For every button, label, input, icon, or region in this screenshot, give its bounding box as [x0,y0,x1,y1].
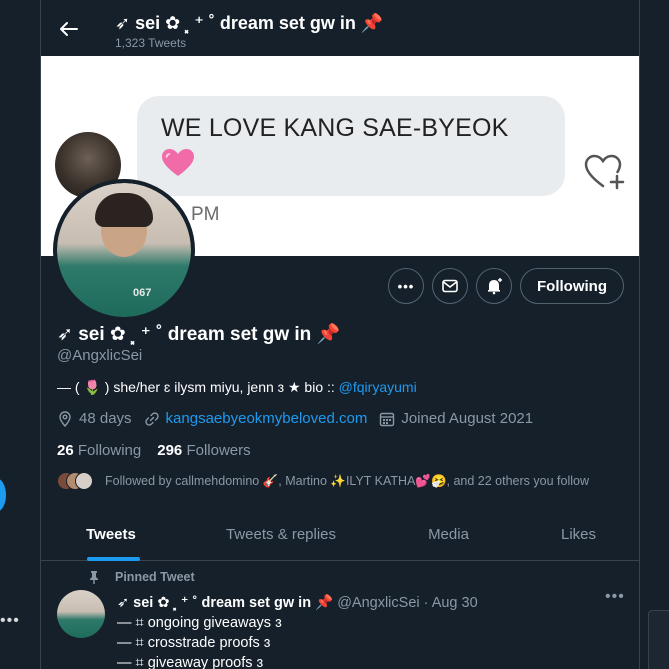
profile-avatar[interactable]: 067 [53,179,195,321]
profile-header: ➶ sei ✿ ⸼ ⁺ ˚ dream set gw in 📌 1,323 Tw… [41,0,639,56]
tweet-author-name[interactable]: ➶ sei ✿ ⸼ ⁺ ˚ dream set gw in 📌 [117,595,333,611]
calendar-icon [380,412,395,426]
website-item: kangsaebyeokmybeloved.com [144,410,368,427]
profile-bio: — ( 🌷 ) she/her ɛ ilysm miyu, jenn ɜ ★ b… [57,379,417,396]
more-icon: ••• [397,278,415,294]
follow-stats: 26 Following 296 Followers [57,442,251,459]
following-link[interactable]: 26 Following [57,442,141,459]
pink-heart-icon [162,149,194,176]
pin-icon [90,571,98,584]
tweet-line: — ⌗ crosstrade proofs ɜ [117,635,271,651]
location-item: 48 days [57,410,132,427]
followed-by[interactable]: Followed by callmehdomino 🎸, Martino ✨IL… [57,472,589,490]
jersey-number: 067 [133,287,152,299]
tweet-line: — ⌗ giveaway proofs ɜ [117,655,264,669]
tweet-count: 1,323 Tweets [115,36,187,50]
following-button[interactable]: Following [520,268,624,304]
bubble-text: WE LOVE KANG SAE-BYEOK [161,114,509,142]
location-icon [59,410,71,427]
tab-media[interactable]: Media [381,508,516,561]
bio-text: — ( 🌷 ) she/her ɛ ilysm miyu, jenn ɜ ★ b… [57,379,339,395]
tab-likes[interactable]: Likes [516,508,639,561]
follower-avatars [57,472,95,490]
right-sidebar [640,0,669,669]
header-title: ➶ sei ✿ ⸼ ⁺ ˚ dream set gw in 📌 [115,13,384,33]
website-link[interactable]: kangsaebyeokmybeloved.com [166,410,368,427]
joined-item: Joined August 2021 [379,410,533,427]
pinned-text: Pinned Tweet [115,570,195,584]
more-icon[interactable]: ••• [0,612,20,630]
followers-label: Followers [186,442,251,459]
notify-button[interactable] [476,268,512,304]
bell-plus-icon [488,278,502,295]
profile-tabs: Tweets Tweets & replies Media Likes [41,508,639,561]
tweet-avatar[interactable] [57,590,105,638]
heart-plus-icon [584,154,625,190]
avatar [75,472,93,490]
avatar-photo: 067 [57,183,191,317]
profile-name: ➶ sei ✿ ⸼ ⁺ ˚ dream set gw in 📌 [57,324,341,345]
avatar-hair [95,193,153,227]
tweet-line: — ⌗ ongoing giveaways ɜ [117,615,282,631]
bio-mention-link[interactable]: @fqiryayumi [339,379,417,395]
followed-by-text: Followed by callmehdomino 🎸, Martino ✨IL… [105,473,589,488]
location-text: 48 days [79,410,132,427]
profile-meta: 48 days kangsaebyeokmybeloved.com Joined… [57,410,545,427]
followers-link[interactable]: 296 Followers [157,442,250,459]
link-icon [144,411,159,426]
arrow-left-icon[interactable] [57,18,79,40]
tab-tweets[interactable]: Tweets [41,508,181,561]
message-button[interactable] [432,268,468,304]
messages-drawer[interactable] [648,610,669,669]
tweet-header: ➶ sei ✿ ⸼ ⁺ ˚ dream set gw in 📌 @Angxlic… [117,592,478,612]
followers-count: 296 [157,442,183,459]
pinned-tweet-label: Pinned Tweet [87,570,195,584]
more-button[interactable]: ••• [388,268,424,304]
more-icon[interactable]: ••• [605,588,625,606]
profile-column: ➶ sei ✿ ⸼ ⁺ ˚ dream set gw in 📌 1,323 Tw… [40,0,640,669]
tweet-compose-button[interactable] [0,478,6,512]
profile-handle: @AngxlicSei [57,347,143,364]
banner-time: PM [191,204,220,225]
following-count: 26 [57,442,74,459]
following-label: Following [77,442,142,459]
message-bubble: WE LOVE KANG SAE-BYEOK [137,96,565,196]
joined-text: Joined August 2021 [401,410,534,427]
tweet-author-meta: @AngxlicSei · Aug 30 [337,595,478,611]
tab-tweets-replies[interactable]: Tweets & replies [181,508,381,561]
active-tab-indicator [87,557,140,561]
left-sidebar: ••• [0,0,40,669]
mail-icon [442,279,458,293]
